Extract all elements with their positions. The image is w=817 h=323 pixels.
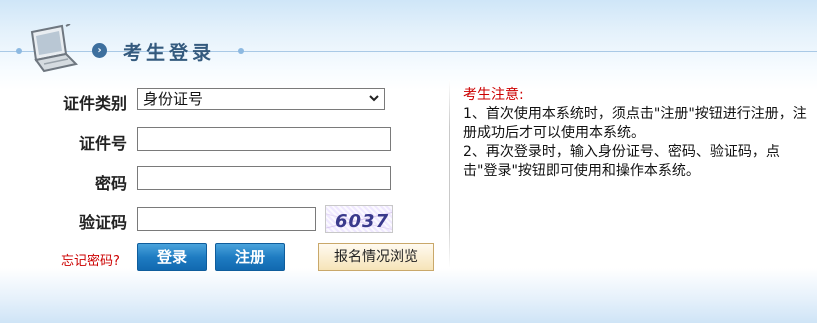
- notice-body: 1、首次使用本系统时，须点击"注册"按钮进行注册，注册成功后才可以使用本系统。 …: [463, 105, 813, 181]
- cert-type-label: 证件类别: [62, 94, 127, 113]
- captcha-text: 6037: [335, 211, 389, 232]
- captcha-image[interactable]: 6037: [325, 205, 393, 233]
- laptop-icon: [30, 24, 78, 73]
- captcha-input[interactable]: [137, 207, 316, 231]
- register-button[interactable]: 注册: [215, 243, 285, 271]
- vertical-divider: [449, 80, 450, 268]
- notice-title: 考生注意:: [463, 87, 524, 103]
- captcha-graphic: 6037: [326, 211, 392, 232]
- chevron-right-circle-icon: ›: [92, 43, 107, 58]
- cert-no-label: 证件号: [78, 134, 127, 153]
- header-line-dot: [16, 48, 22, 54]
- cert-no-input[interactable]: [137, 127, 391, 151]
- browse-registration-button[interactable]: 报名情况浏览: [318, 243, 434, 271]
- forgot-password-link[interactable]: 忘记密码?: [61, 250, 120, 269]
- captcha-label: 验证码: [78, 213, 127, 232]
- notice-item: 2、再次登录时，输入身份证号、密码、验证码，点击"登录"按钮即可使用和操作本系统…: [463, 144, 780, 179]
- chevron-down-icon: [369, 95, 379, 102]
- password-input[interactable]: [137, 166, 391, 190]
- cert-type-selected-value: 身份证号: [143, 90, 204, 108]
- cert-type-select[interactable]: 身份证号: [137, 88, 385, 110]
- notice-item: 1、首次使用本系统时，须点击"注册"按钮进行注册，注册成功后才可以使用本系统。: [463, 106, 807, 141]
- password-label: 密码: [94, 174, 127, 193]
- footer-background: [0, 268, 817, 323]
- login-button[interactable]: 登录: [137, 243, 207, 271]
- page-title: 考生登录: [123, 42, 216, 64]
- header-line-dot: [238, 48, 244, 54]
